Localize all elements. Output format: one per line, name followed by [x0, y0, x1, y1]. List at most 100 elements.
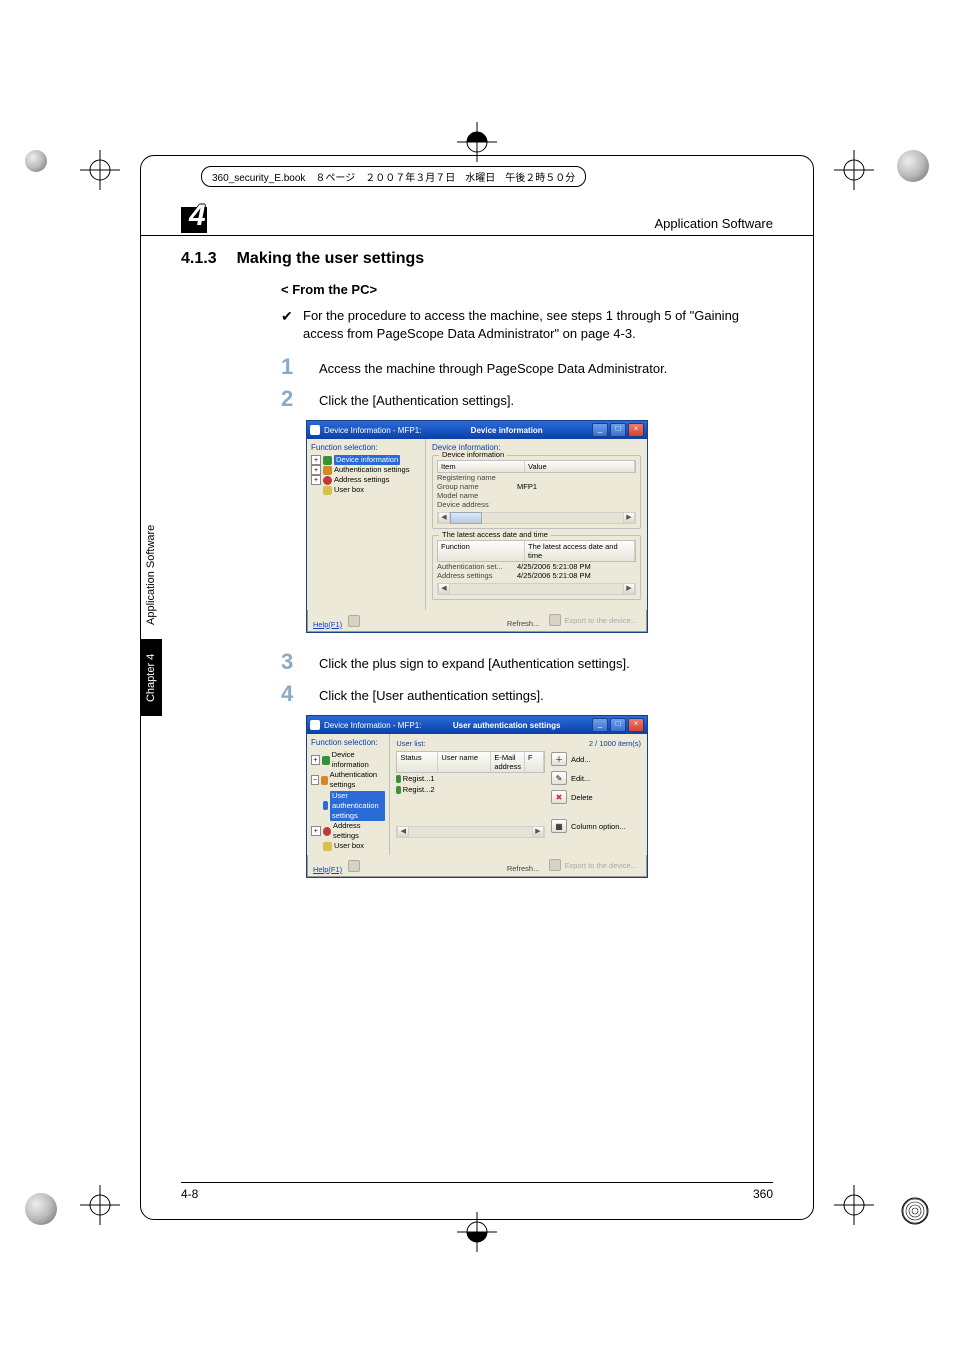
box-icon [323, 842, 332, 851]
help-link[interactable]: Help(F1) [313, 865, 342, 874]
step-text: Access the machine through PageScope Dat… [319, 356, 667, 378]
app-icon [310, 425, 320, 435]
running-title: Application Software [654, 216, 773, 235]
export-button[interactable]: Export to the device... [545, 613, 641, 627]
expand-icon[interactable]: + [311, 455, 321, 465]
tree-label: User box [334, 841, 364, 851]
minimize-button[interactable]: _ [592, 423, 608, 437]
maximize-button[interactable]: □ [610, 718, 626, 732]
tree-node-auth[interactable]: +Authentication settings [311, 465, 421, 475]
horizontal-scrollbar[interactable]: ◀▶ [437, 583, 636, 595]
maximize-button[interactable]: □ [610, 423, 626, 437]
table-row: Authentication set...4/25/2006 5:21:08 P… [437, 562, 636, 571]
screenshot-user-auth-window: Device Information - MFP1: User authenti… [306, 715, 648, 878]
scroll-right-icon[interactable]: ▶ [623, 513, 635, 523]
regmark-bl [80, 1185, 120, 1225]
help-icon-button[interactable] [344, 614, 364, 628]
col-status: Status [397, 752, 438, 772]
horizontal-scrollbar[interactable]: ◀▶ [396, 826, 545, 838]
refresh-button[interactable]: Refresh... [503, 863, 544, 874]
export-button[interactable]: Export to the device... [545, 858, 641, 872]
chapter-number: 4 [189, 199, 206, 233]
function-selection-label: Function selection: [311, 738, 385, 747]
edit-icon: ✎ [551, 771, 567, 785]
tree-label: Authentication settings [330, 770, 386, 790]
tree-view[interactable]: +Device information +Authentication sett… [311, 455, 421, 496]
title-left: Device Information - MFP1: [324, 721, 421, 730]
scroll-left-icon[interactable]: ◀ [438, 584, 450, 594]
close-button[interactable]: × [628, 718, 644, 732]
horizontal-scrollbar[interactable]: ◀▶ [437, 512, 636, 524]
help-icon-button[interactable] [344, 859, 364, 873]
scroll-thumb[interactable] [450, 512, 482, 524]
expand-icon[interactable]: + [311, 475, 321, 485]
help-icon [348, 860, 360, 872]
corner-dot-br [901, 1197, 929, 1225]
delete-button[interactable]: ✖Delete [551, 789, 641, 805]
help-link[interactable]: Help(F1) [313, 620, 342, 629]
tree-label: Address settings [333, 821, 385, 841]
scroll-left-icon[interactable]: ◀ [438, 513, 450, 523]
tree-node-auth[interactable]: − Authentication settings [311, 770, 385, 790]
titlebar: Device Information - MFP1: User authenti… [307, 716, 647, 734]
device-icon [323, 456, 332, 465]
side-tab-chapter: Chapter 4 [140, 639, 162, 716]
tree-node-user-auth[interactable]: User authentication settings [311, 791, 385, 821]
col-value: Value [525, 461, 635, 472]
tree-node-device[interactable]: +Device information [311, 455, 421, 465]
user-icon [323, 801, 328, 810]
expand-icon[interactable]: + [311, 465, 321, 475]
step-number: 2 [281, 388, 301, 410]
table-row[interactable]: Regist...1 [396, 773, 545, 784]
expand-icon[interactable]: + [311, 755, 320, 765]
corner-dot-tl [25, 150, 47, 172]
table-row: Device address [437, 500, 636, 509]
chapter-number-box: 4 [181, 201, 215, 235]
tree-node-address[interactable]: +Address settings [311, 475, 421, 485]
table-header: Item Value [437, 460, 636, 473]
page-footer: 4-8 360 [181, 1182, 773, 1201]
corner-dot-tr [897, 150, 929, 182]
subheading: < From the PC> [281, 282, 773, 297]
help-icon [348, 615, 360, 627]
table-row: Registering name [437, 473, 636, 482]
titlebar: Device Information - MFP1: Device inform… [307, 421, 647, 439]
column-option-button[interactable]: ▦Column option... [551, 818, 641, 834]
expand-icon[interactable]: + [311, 826, 321, 836]
scroll-right-icon[interactable]: ▶ [532, 827, 544, 837]
side-tab: Application Software Chapter 4 [137, 516, 165, 716]
refresh-button[interactable]: Refresh... [503, 618, 544, 629]
address-icon [323, 827, 331, 836]
add-button[interactable]: ＋Add... [551, 751, 641, 767]
screenshot-device-information-window: Device Information - MFP1: Device inform… [306, 420, 648, 633]
export-icon [549, 614, 561, 626]
latest-access-group: The latest access date and time Function… [432, 535, 641, 600]
step-number: 3 [281, 651, 301, 673]
scroll-right-icon[interactable]: ▶ [623, 584, 635, 594]
group-title: The latest access date and time [439, 530, 551, 539]
collapse-icon[interactable]: − [311, 775, 319, 785]
tree-node-userbox[interactable]: User box [311, 841, 385, 851]
check-note-text: For the procedure to access the machine,… [303, 307, 773, 342]
tree-node-device[interactable]: +Device information [311, 750, 385, 770]
tree-label: User box [334, 485, 364, 495]
scroll-left-icon[interactable]: ◀ [397, 827, 409, 837]
table-row: Model name [437, 491, 636, 500]
step-text: Click the [Authentication settings]. [319, 388, 514, 410]
table-row[interactable]: Regist...2 [396, 784, 545, 795]
step-text: Click the plus sign to expand [Authentic… [319, 651, 630, 673]
tree-node-address[interactable]: + Address settings [311, 821, 385, 841]
step-number: 4 [281, 683, 301, 705]
regmark-br [834, 1185, 874, 1225]
function-selection-label: Function selection: [311, 443, 421, 452]
tree-view[interactable]: +Device information − Authentication sett… [311, 750, 385, 851]
title-center: User authentication settings [425, 721, 588, 730]
tree-node-userbox[interactable]: User box [311, 485, 421, 495]
edit-button[interactable]: ✎Edit... [551, 770, 641, 786]
minimize-button[interactable]: _ [592, 718, 608, 732]
regmark-tl [80, 150, 120, 190]
close-button[interactable]: × [628, 423, 644, 437]
step-number: 1 [281, 356, 301, 378]
page-number-right: 360 [753, 1187, 773, 1201]
box-icon [323, 486, 332, 495]
